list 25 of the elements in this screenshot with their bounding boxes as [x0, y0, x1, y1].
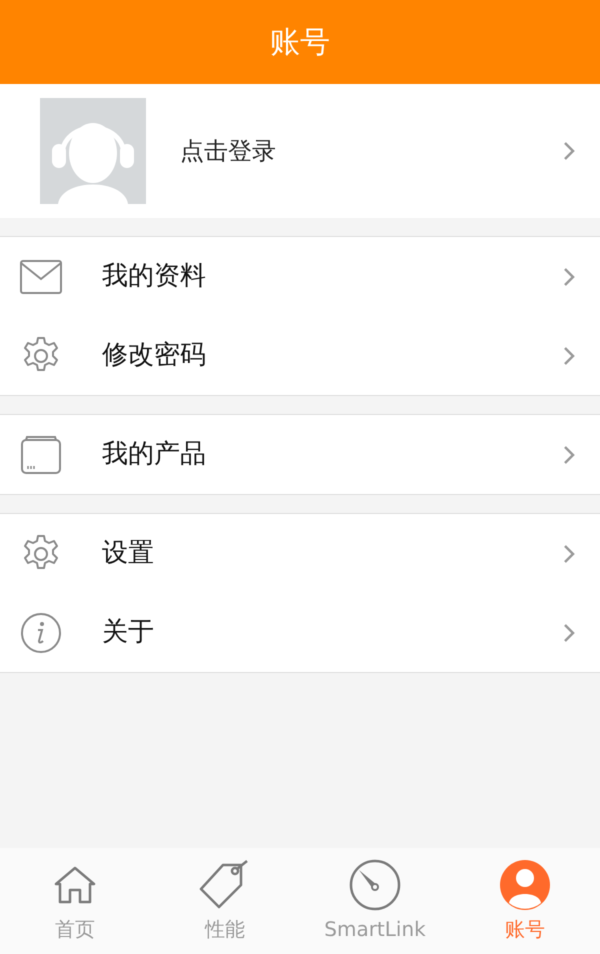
chevron-icon: [562, 542, 576, 564]
menu-item[interactable]: 关于: [0, 593, 600, 672]
menu-label: 修改密码: [102, 339, 207, 372]
chevron-icon: [562, 622, 576, 644]
chevron-icon: [562, 344, 576, 366]
chevron-icon: [562, 266, 576, 288]
envelope-icon: [20, 260, 62, 294]
menu-item[interactable]: 修改密码: [0, 316, 600, 395]
box-icon: [21, 436, 61, 474]
menu-label: 关于: [102, 616, 155, 649]
login-label: 点击登录: [180, 136, 277, 167]
home-icon: [54, 866, 96, 904]
menu-item[interactable]: 我的资料: [0, 237, 600, 316]
menu-label: 我的产品: [102, 438, 207, 471]
menu-label: 设置: [102, 537, 155, 570]
menu-item[interactable]: 设置: [0, 514, 600, 593]
menu-label: 我的资料: [102, 260, 207, 293]
chevron-icon: [562, 444, 576, 466]
user-icon: [499, 859, 551, 911]
chevron-icon: [562, 140, 576, 162]
info-icon: [21, 612, 61, 652]
menu-item[interactable]: 我的产品: [0, 415, 600, 494]
login-row[interactable]: 点击登录: [0, 84, 600, 218]
gauge-icon: [349, 859, 401, 911]
header-title: 账号: [270, 24, 330, 62]
